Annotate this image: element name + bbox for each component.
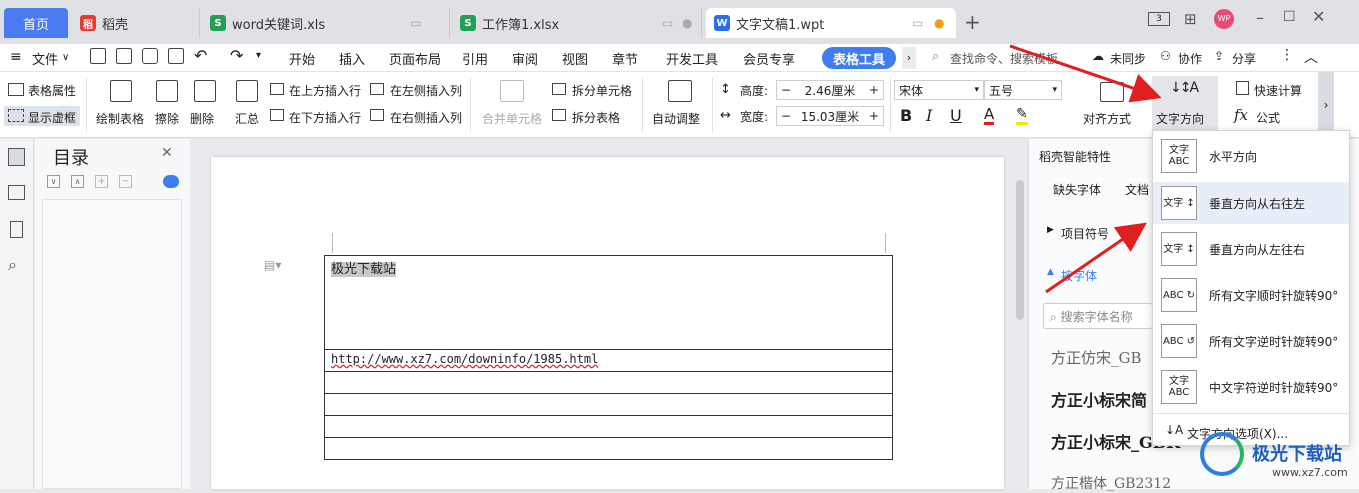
watermark-logo [1200, 432, 1244, 476]
arrow-to-text-direction [1009, 44, 1162, 103]
annotation-arrows [1009, 44, 1162, 294]
watermark-url: www.xz7.com [1272, 466, 1348, 479]
arrow-to-vertical-option [1045, 222, 1147, 294]
watermark-text: 极光下载站 [1252, 444, 1342, 465]
